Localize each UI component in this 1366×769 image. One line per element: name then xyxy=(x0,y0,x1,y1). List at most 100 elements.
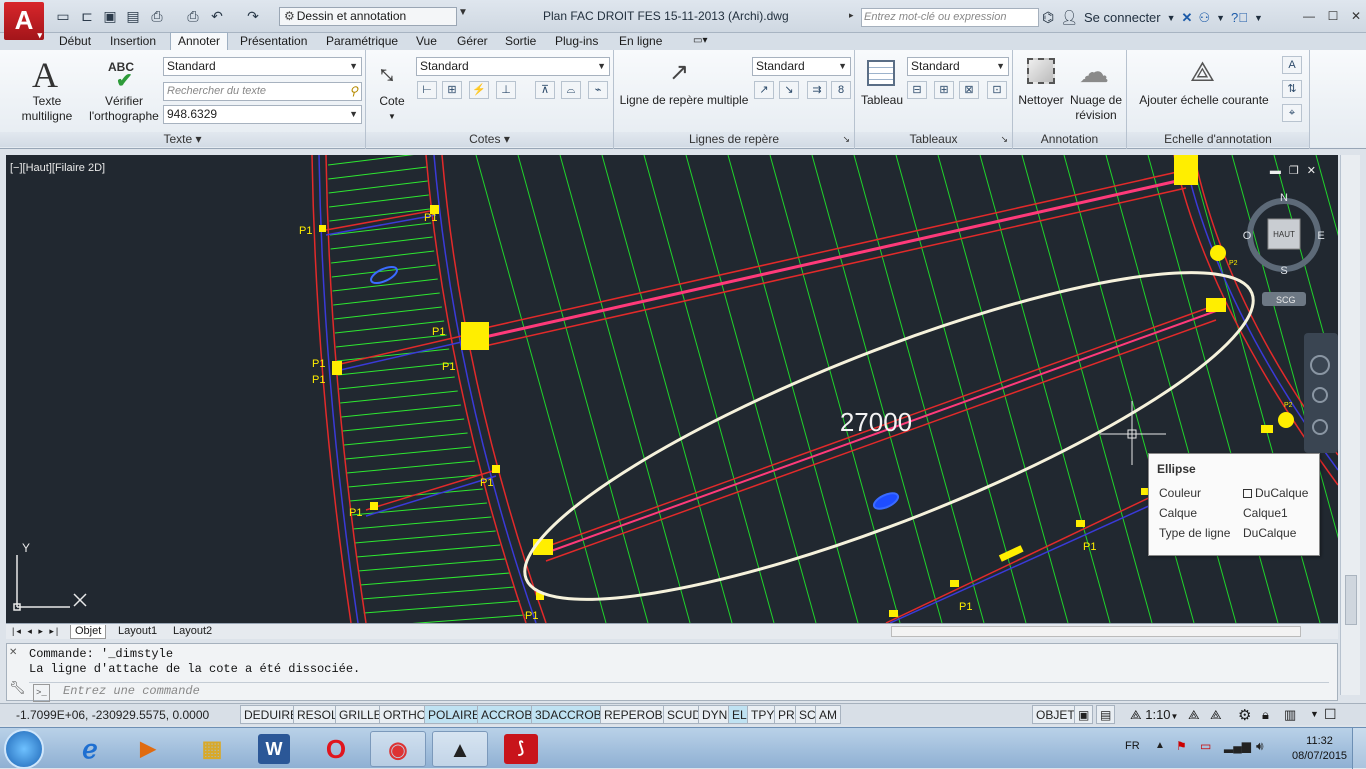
viewcube-compass[interactable]: HAUT N S E O SCG xyxy=(1243,192,1325,306)
chevron-down-icon[interactable]: ▼ xyxy=(1254,13,1263,23)
binoculars-icon[interactable]: ⌬ xyxy=(1042,9,1054,26)
tab-gerer[interactable]: Gérer xyxy=(457,33,488,50)
navigation-bar[interactable] xyxy=(1304,333,1338,453)
add-leader-icon[interactable]: ↗ xyxy=(754,81,774,99)
internet-explorer-icon[interactable]: ℯ xyxy=(62,731,118,767)
model-space-toggle[interactable]: OBJET xyxy=(1032,705,1079,724)
vertical-scrollbar[interactable] xyxy=(1340,155,1360,695)
file-explorer-icon[interactable]: ▦ xyxy=(184,731,240,767)
panel-title-echelle[interactable]: Echelle d'annotation xyxy=(1127,132,1309,147)
ucs-menu[interactable]: SCG xyxy=(1276,295,1296,305)
minimize-icon[interactable]: — xyxy=(1302,9,1316,23)
scale-list-icon[interactable]: A xyxy=(1282,56,1302,74)
quick-view-layouts-icon[interactable]: ▣ xyxy=(1074,705,1094,724)
clock[interactable]: 11:32 08/07/2015 xyxy=(1292,734,1347,764)
lock-icon[interactable]: 🔒︎ xyxy=(1262,707,1269,723)
new-file-icon[interactable]: ▭ xyxy=(54,7,72,25)
chevron-down-icon[interactable]: ▼ xyxy=(458,7,468,18)
scale-visibility-icon[interactable]: ⌖ xyxy=(1282,104,1302,122)
download-data-icon[interactable]: ⊠ xyxy=(959,81,979,99)
tab-layout2[interactable]: Layout2 xyxy=(169,625,216,639)
word-icon[interactable]: W xyxy=(258,734,290,764)
workspace-select[interactable]: ⚙ Dessin et annotation xyxy=(279,7,457,26)
auto-scale-icon[interactable]: ⟁ xyxy=(1210,707,1222,723)
exchange-icon[interactable]: ✕ xyxy=(1182,10,1193,26)
tab-model[interactable]: Objet xyxy=(70,625,107,639)
drawing-canvas[interactable]: P1 P1 P1 P1 P1 P1 P1 P1 P1 P1 P1 P2 P2 2… xyxy=(6,155,1338,623)
remove-leader-icon[interactable]: ↘ xyxy=(779,81,799,99)
text-style-select[interactable]: Standard ▼ xyxy=(163,57,362,76)
dim-continue-icon[interactable]: ⊥ xyxy=(496,81,516,99)
pdf-reader-icon[interactable]: ⟆ xyxy=(504,734,538,764)
wipeout-button[interactable]: Nettoyer xyxy=(1015,93,1067,108)
status-toggle-polaire[interactable]: POLAIRE xyxy=(424,705,485,724)
status-toggle-reperobj[interactable]: REPEROBJ xyxy=(600,705,673,724)
table-button[interactable]: Tableau xyxy=(857,93,907,108)
close-icon[interactable]: ✕ xyxy=(9,647,23,658)
tray-volume-icon[interactable]: 🔊︎ xyxy=(1256,739,1264,754)
tab-vue[interactable]: Vue xyxy=(416,33,437,50)
scrollbar-thumb[interactable] xyxy=(1345,575,1357,625)
tab-plug-ins[interactable]: Plug-ins xyxy=(555,33,598,50)
close-icon[interactable]: ✕ xyxy=(1307,165,1324,177)
ribbon-toggle-icon[interactable]: ▭▾ xyxy=(693,33,707,50)
plot-icon[interactable]: ⎙ xyxy=(148,7,166,25)
horizontal-scrollbar[interactable] xyxy=(891,626,1301,637)
show-desktop-button[interactable] xyxy=(1352,728,1366,769)
panel-title-annotation[interactable]: Annotation xyxy=(1013,132,1126,147)
find-replace-icon[interactable]: ⚲ xyxy=(349,83,358,100)
save-icon[interactable]: ▣ xyxy=(101,7,119,25)
command-input[interactable]: >_ Entrez une commande xyxy=(29,682,1329,702)
opera-icon[interactable]: O xyxy=(308,731,364,767)
panel-title-reperes[interactable]: Lignes de repère ↘ xyxy=(614,132,854,147)
clean-screen-icon[interactable]: ☐ xyxy=(1324,706,1337,723)
dim-linear-icon[interactable]: ⊢ xyxy=(417,81,437,99)
annotation-scale-control[interactable]: ⟁ 1:10▼ xyxy=(1130,707,1178,723)
help-search-input[interactable]: Entrez mot-clé ou expression xyxy=(861,8,1039,27)
open-file-icon[interactable]: ⊏ xyxy=(78,7,96,25)
wrench-icon[interactable]: 🔧︎ xyxy=(9,680,26,696)
tray-network-icon[interactable]: ▭ xyxy=(1200,739,1211,753)
save-as-icon[interactable]: ▤ xyxy=(124,7,142,25)
media-player-icon[interactable]: ▶ xyxy=(120,731,176,767)
dim-quick-icon[interactable]: ⊞ xyxy=(442,81,462,99)
tab-sortie[interactable]: Sortie xyxy=(505,33,536,50)
dimension-button[interactable]: Cote ▼ xyxy=(374,94,410,124)
dim-adjust-icon[interactable]: ⊼ xyxy=(535,81,555,99)
dimension-style-select[interactable]: Standard ▼ xyxy=(416,57,610,76)
table-style-select[interactable]: Standard ▼ xyxy=(907,57,1009,76)
panel-title-cotes[interactable]: Cotes ▾ xyxy=(366,132,613,147)
annotation-visibility-icon[interactable]: ⟁ xyxy=(1188,707,1200,723)
tab-annoter[interactable]: Annoter xyxy=(170,32,229,50)
help-icon[interactable]: ?⃝ xyxy=(1231,10,1248,25)
chevron-right-icon[interactable]: ▸ xyxy=(849,10,854,21)
tab-parametrique[interactable]: Paramétrique xyxy=(326,33,398,50)
tab-debut[interactable]: Début xyxy=(59,33,91,50)
tray-flag-icon[interactable]: ⚑ xyxy=(1176,739,1187,753)
chevron-down-icon[interactable]: ▼ xyxy=(1216,13,1225,23)
text-height-select[interactable]: 948.6329 ▼ xyxy=(163,105,362,124)
sync-scale-icon[interactable]: ⇅ xyxy=(1282,80,1302,98)
status-toggle-dyn[interactable]: DYN xyxy=(698,705,732,724)
redo-icon[interactable]: ↷ xyxy=(244,7,262,25)
gear-icon[interactable]: ⚙ xyxy=(1238,706,1251,724)
info-icon[interactable]: ⚇ xyxy=(1198,10,1210,26)
dim-inspect-icon[interactable]: ⌓ xyxy=(561,81,581,99)
link-data-icon[interactable]: ⊞ xyxy=(934,81,954,99)
add-current-scale-button[interactable]: Ajouter échelle courante xyxy=(1129,93,1279,108)
panel-title-texte[interactable]: Texte ▾ xyxy=(0,132,365,147)
status-toggle-ortho[interactable]: ORTHO xyxy=(379,705,431,724)
dim-break-icon[interactable]: ⚡ xyxy=(469,81,489,99)
command-window-handle[interactable]: ✕ 🔧︎ xyxy=(9,647,26,699)
multileader-style-select[interactable]: Standard ▼ xyxy=(752,57,851,76)
panel-title-tableaux[interactable]: Tableaux ↘ xyxy=(855,132,1012,147)
user-icon[interactable]: 👤︎ xyxy=(1060,9,1078,26)
extract-data-icon[interactable]: ⊟ xyxy=(907,81,927,99)
layout-nav-arrows[interactable]: |◂ ◂ ▸ ▸| xyxy=(8,625,64,639)
tab-presentation[interactable]: Présentation xyxy=(240,33,307,50)
tray-signal-icon[interactable]: ▂▄▆ xyxy=(1224,739,1251,753)
language-indicator[interactable]: FR xyxy=(1125,740,1140,752)
multiline-text-button[interactable]: Texte multiligne xyxy=(12,94,82,124)
hardware-acceleration-icon[interactable]: ▥ xyxy=(1284,707,1296,723)
tab-layout1[interactable]: Layout1 xyxy=(114,625,161,639)
